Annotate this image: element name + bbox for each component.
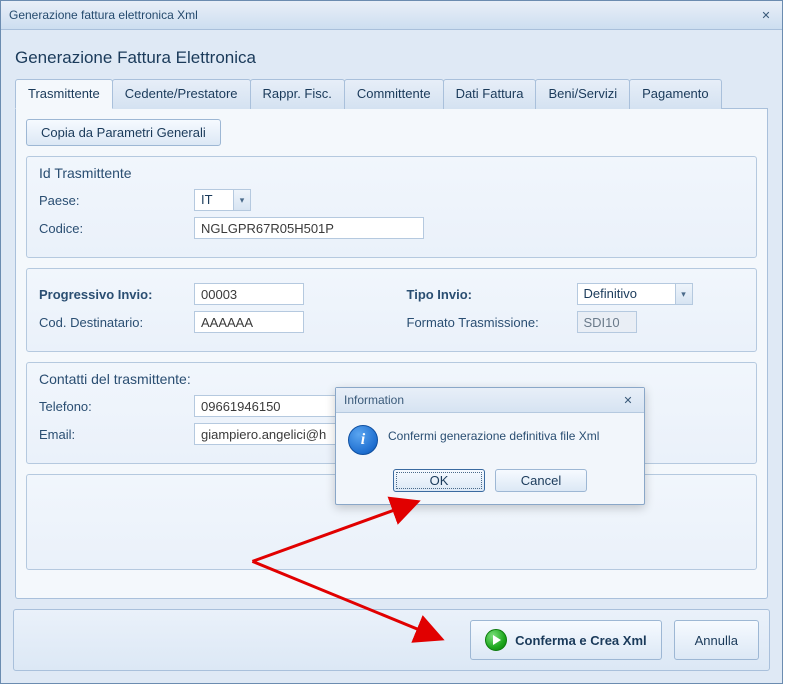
- tab-pagamento[interactable]: Pagamento: [629, 79, 722, 109]
- label-tipo-invio: Tipo Invio:: [407, 287, 577, 302]
- fieldset-title-id-trasmittente: Id Trasmittente: [39, 165, 744, 181]
- combo-paese[interactable]: IT ▾: [194, 189, 251, 211]
- label-telefono: Telefono:: [39, 399, 194, 414]
- label-paese: Paese:: [39, 193, 194, 208]
- cancel-button[interactable]: Annulla: [674, 620, 759, 660]
- label-codice: Codice:: [39, 221, 194, 236]
- input-progressivo-invio[interactable]: [194, 283, 304, 305]
- combo-paese-value: IT: [195, 190, 233, 210]
- tabpage-trasmittente: Copia da Parametri Generali Id Trasmitte…: [15, 109, 768, 599]
- window-title: Generazione fattura elettronica Xml: [9, 8, 198, 22]
- close-icon: ✕: [623, 394, 632, 407]
- arrow-right-icon: [493, 635, 501, 645]
- label-progressivo-invio: Progressivo Invio:: [39, 287, 194, 302]
- dialog-body: i Confermi generazione definitiva file X…: [336, 413, 644, 461]
- input-email[interactable]: [194, 423, 354, 445]
- confirm-create-xml-label: Conferma e Crea Xml: [515, 633, 647, 648]
- copy-from-general-button[interactable]: Copia da Parametri Generali: [26, 119, 221, 146]
- panel-title: Generazione Fattura Elettronica: [15, 48, 770, 68]
- footer-bar: Conferma e Crea Xml Annulla: [13, 609, 770, 671]
- dialog-titlebar: Information ✕: [336, 388, 644, 413]
- fieldset-invio: Progressivo Invio: Cod. Destinatario: Ti…: [26, 268, 757, 352]
- tab-trasmittente[interactable]: Trasmittente: [15, 79, 113, 109]
- dialog-title: Information: [344, 393, 404, 407]
- tab-beni-servizi[interactable]: Beni/Servizi: [535, 79, 630, 109]
- info-icon: i: [348, 425, 378, 455]
- main-window: Generazione fattura elettronica Xml ✕ Ge…: [0, 0, 783, 684]
- label-formato-trasmissione: Formato Trasmissione:: [407, 315, 577, 330]
- dialog-close-button[interactable]: ✕: [620, 392, 636, 408]
- titlebar: Generazione fattura elettronica Xml ✕: [1, 1, 782, 30]
- confirm-create-xml-button[interactable]: Conferma e Crea Xml: [470, 620, 662, 660]
- fieldset-id-trasmittente: Id Trasmittente Paese: IT ▾ Codice:: [26, 156, 757, 258]
- close-icon: ✕: [761, 9, 770, 22]
- label-email: Email:: [39, 427, 194, 442]
- chevron-down-icon[interactable]: ▾: [675, 284, 692, 304]
- tab-cedente-prestatore[interactable]: Cedente/Prestatore: [112, 79, 251, 109]
- input-cod-destinatario[interactable]: [194, 311, 304, 333]
- input-telefono[interactable]: [194, 395, 354, 417]
- chevron-down-icon[interactable]: ▾: [233, 190, 250, 210]
- fieldset-title-contatti: Contatti del trasmittente:: [39, 371, 744, 387]
- window-close-button[interactable]: ✕: [758, 7, 774, 23]
- tabstrip: Trasmittente Cedente/Prestatore Rappr. F…: [15, 78, 768, 109]
- dialog-buttons: OK Cancel: [336, 461, 644, 504]
- arrow-right-circle-icon: [485, 629, 507, 651]
- dialog-cancel-button[interactable]: Cancel: [495, 469, 587, 492]
- label-cod-destinatario: Cod. Destinatario:: [39, 315, 194, 330]
- dialog-message: Confermi generazione definitiva file Xml: [388, 425, 599, 443]
- information-dialog: Information ✕ i Confermi generazione def…: [335, 387, 645, 505]
- tab-committente[interactable]: Committente: [344, 79, 444, 109]
- input-codice[interactable]: [194, 217, 424, 239]
- tab-dati-fattura[interactable]: Dati Fattura: [443, 79, 537, 109]
- combo-tipo-invio-value: Definitivo: [578, 284, 675, 304]
- input-formato-trasmissione: [577, 311, 637, 333]
- dialog-ok-button[interactable]: OK: [393, 469, 485, 492]
- content: Generazione Fattura Elettronica Trasmitt…: [1, 30, 782, 611]
- tab-rappr-fisc[interactable]: Rappr. Fisc.: [250, 79, 345, 109]
- combo-tipo-invio[interactable]: Definitivo ▾: [577, 283, 693, 305]
